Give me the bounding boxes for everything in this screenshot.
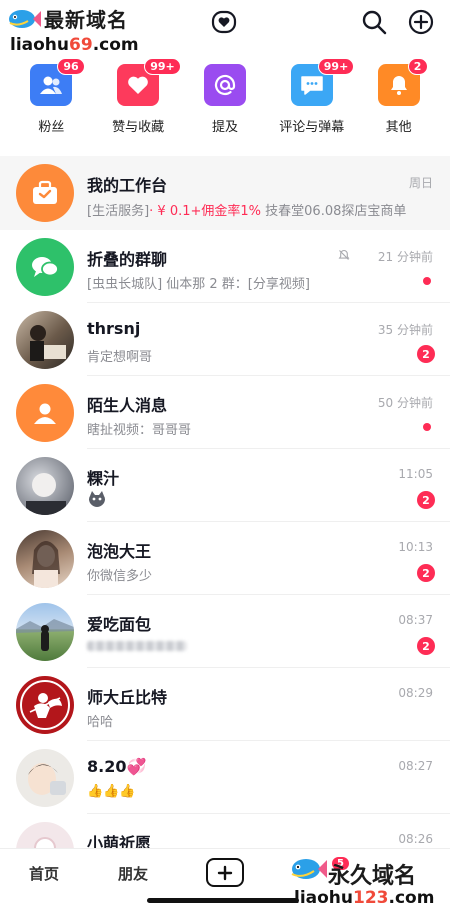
list-item-conversation[interactable]: 爱吃面包 08:37 2 [0,595,450,668]
search-icon[interactable] [360,8,388,36]
watermark-bottom-title: 永久域名 [328,864,417,889]
category-row: 96 粉丝 99+ 赞与收藏 提及 99+ 评论与弹幕 2 其他 [0,58,450,138]
add-circle-icon[interactable] [407,8,435,36]
avatar [16,457,74,515]
bell-off-icon [338,249,350,260]
avatar [16,530,74,588]
unread-dot [423,423,431,431]
category-badge: 99+ [144,58,181,75]
plus-icon [217,865,233,880]
conversation-name: 8.20💞 [87,757,147,776]
fans-icon: 96 [30,58,85,106]
group-chat-icon [16,238,74,296]
category-mentions[interactable]: 提及 [184,58,266,138]
create-button[interactable] [206,858,244,887]
watermark-top-url: liaohu69.com [10,35,139,55]
unread-dot [423,277,431,285]
conversation-preview: 哈哈 [87,715,114,730]
list-item-conversation[interactable]: 8.20💞 👍👍👍 08:27 [0,741,450,814]
conversation-name: 粿汁 [87,469,120,488]
bell-icon: 2 [377,58,428,106]
category-likes[interactable]: 99+ 赞与收藏 [97,58,181,138]
avatar [16,311,74,369]
conversation-time: 08:26 [398,832,433,846]
list-item-conversation[interactable]: 粿汁 11:05 2 [0,449,450,522]
blurred-text [87,641,187,651]
nav-home[interactable]: 首页 [29,863,59,884]
comment-icon: 99+ [290,58,355,106]
conversation-preview: 你微信多少 [87,569,153,584]
category-label: 粉丝 [38,120,65,135]
face-heart-icon[interactable] [210,8,238,36]
conversation-preview: [生活服务]· ¥ 0.1+佣金率1% 技春堂06.08探店宝商单 [87,204,407,219]
home-indicator [147,898,299,903]
conversation-name: 我的工作台 [87,176,168,195]
at-icon [203,64,246,106]
conversation-name: 泡泡大王 [87,542,152,561]
conversation-name: thrsnj [87,319,141,338]
list-item-folded-groups[interactable]: 折叠的群聊 [虫虫长城队] 仙本那 2 群：[分享视频] 21 分钟前 [0,230,450,303]
conversation-name: 爱吃面包 [87,615,152,634]
category-badge: 2 [407,58,428,75]
list-item-conversation[interactable]: 泡泡大王 你微信多少 10:13 2 [0,522,450,595]
conversation-time: 10:13 [398,540,433,554]
conversation-time: 08:27 [398,759,433,773]
conversation-time: 周日 [408,176,433,190]
fish-logo-icon [291,859,327,879]
heart-icon: 99+ [117,58,181,106]
message-list: 我的工作台 [生活服务]· ¥ 0.1+佣金率1% 技春堂06.08探店宝商单 … [0,156,450,887]
list-item-conversation[interactable]: thrsnj 肯定想啊哥 35 分钟前 2 [0,303,450,376]
cat-emoji-icon [89,491,105,507]
unread-count-badge: 2 [417,491,435,509]
category-label: 赞与收藏 [112,120,165,135]
conversation-time: 11:05 [398,467,433,481]
category-fans[interactable]: 96 粉丝 [10,58,92,138]
avatar [16,603,74,661]
conversation-time: 35 分钟前 [377,323,433,337]
category-badge: 99+ [317,58,355,75]
unread-count-badge: 2 [417,345,435,363]
nav-friends[interactable]: 朋友 [118,863,148,884]
unread-count-badge: 2 [417,637,435,655]
conversation-name: 师大丘比特 [87,688,168,707]
fish-logo-icon [9,9,41,28]
conversation-preview: 瞎扯视频：哥哥哥 [87,423,192,438]
list-item-conversation[interactable]: 师大丘比特 哈哈 08:29 [0,668,450,741]
watermark-top-title: 最新域名 [44,8,128,32]
conversation-preview: [虫虫长城队] 仙本那 2 群：[分享视频] [87,277,310,292]
category-other[interactable]: 2 其他 [358,58,440,138]
category-label: 评论与弹幕 [279,120,345,135]
workbench-icon [16,164,74,222]
watermark-bottom-url: liaohu123.com [294,888,435,908]
conversation-name: 折叠的群聊 [87,250,168,269]
conversation-name: 陌生人消息 [87,396,168,415]
conversation-preview: 👍👍👍 [87,784,136,799]
top-bar: 最新域名 liaohu69.com [0,0,450,55]
cupid-avatar [16,676,74,734]
conversation-time: 50 分钟前 [377,396,433,410]
list-item-strangers[interactable]: 陌生人消息 瞎扯视频：哥哥哥 50 分钟前 [0,376,450,449]
category-comments[interactable]: 99+ 评论与弹幕 [271,58,355,138]
unread-count-badge: 2 [417,564,435,582]
stranger-icon [16,384,74,442]
avatar [16,749,74,807]
watermark-bottom: 永久域名 liaohu123.com [280,852,450,912]
conversation-time: 08:29 [398,686,433,700]
category-label: 提及 [211,120,238,135]
conversation-preview: 肯定想啊哥 [87,350,153,365]
watermark-top: 最新域名 liaohu69.com [4,4,154,56]
conversation-time: 21 分钟前 [377,250,433,264]
category-badge: 96 [57,58,85,75]
conversation-time: 08:37 [398,613,433,627]
category-label: 其他 [385,120,412,135]
list-item-workbench[interactable]: 我的工作台 [生活服务]· ¥ 0.1+佣金率1% 技春堂06.08探店宝商单 … [0,156,450,230]
